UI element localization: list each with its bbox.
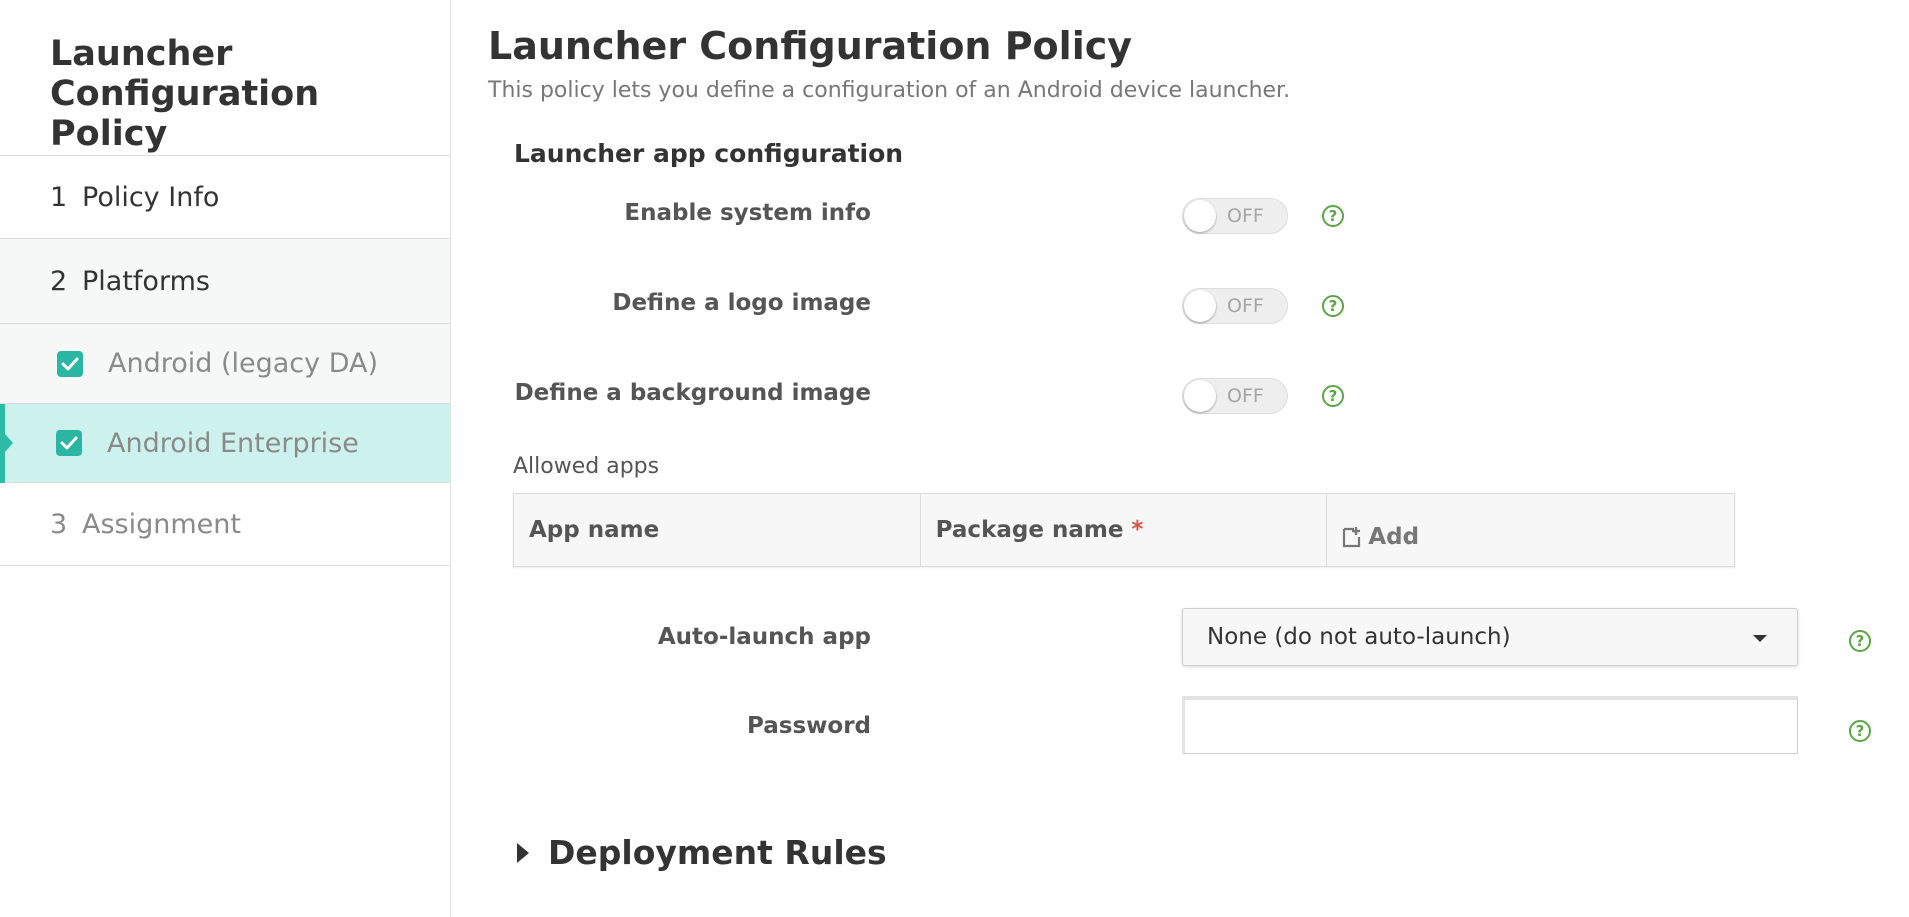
page-description: This policy lets you define a configurat…: [488, 78, 1291, 103]
required-marker: *: [1131, 517, 1144, 543]
password-label: Password: [747, 713, 871, 739]
toggle-knob: [1184, 200, 1216, 232]
sidebar-title: Launcher Configuration Policy: [50, 34, 320, 154]
define-background-image-label: Define a background image: [514, 380, 871, 406]
deployment-rules-label: Deployment Rules: [548, 833, 887, 872]
auto-launch-label: Auto-launch app: [657, 624, 871, 650]
help-icon[interactable]: ?: [1849, 630, 1871, 652]
sidebar-item-label: Policy Info: [82, 181, 220, 213]
help-icon[interactable]: ?: [1322, 295, 1344, 317]
sidebar-item-android-enterprise[interactable]: Android Enterprise: [0, 404, 450, 483]
caret-down-icon: [1753, 635, 1767, 642]
section-title: Launcher app configuration: [514, 139, 904, 168]
caret-right-icon: [517, 842, 529, 863]
define-logo-image-label: Define a logo image: [612, 290, 871, 316]
page: Launcher Configuration Policy 1 Policy I…: [0, 0, 1909, 917]
help-icon[interactable]: ?: [1849, 720, 1871, 742]
toggle-state: OFF: [1227, 295, 1264, 317]
sidebar: Launcher Configuration Policy 1 Policy I…: [0, 0, 451, 917]
checkbox-checked[interactable]: [56, 430, 82, 456]
checkmark-icon: [61, 357, 79, 370]
column-header-package-name: Package name *: [921, 494, 1328, 566]
add-app-button[interactable]: Add: [1327, 494, 1734, 566]
active-arrow-icon: [5, 434, 13, 452]
sidebar-item-assignment[interactable]: 3 Assignment: [0, 483, 450, 566]
sidebar-item-android-legacy[interactable]: Android (legacy DA): [0, 324, 450, 404]
toggle-state: OFF: [1227, 385, 1264, 407]
toggle-state: OFF: [1227, 205, 1264, 227]
deployment-rules-toggle[interactable]: Deployment Rules: [517, 833, 887, 872]
toggle-knob: [1184, 380, 1216, 412]
toggle-knob: [1184, 290, 1216, 322]
define-logo-image-toggle[interactable]: OFF: [1182, 288, 1288, 324]
sidebar-item-label: Assignment: [82, 508, 241, 540]
column-header-label: App name: [529, 517, 660, 543]
sidebar-item-label: Platforms: [82, 265, 210, 297]
auto-launch-selected-value: None (do not auto-launch): [1207, 624, 1511, 650]
step-number: 2: [50, 265, 68, 297]
auto-launch-select[interactable]: None (do not auto-launch): [1182, 608, 1798, 666]
add-label: Add: [1368, 524, 1420, 550]
checkbox-checked[interactable]: [57, 350, 83, 377]
enable-system-info-label: Enable system info: [624, 200, 871, 226]
define-background-image-toggle[interactable]: OFF: [1182, 378, 1288, 414]
help-icon[interactable]: ?: [1322, 385, 1344, 407]
help-icon[interactable]: ?: [1322, 205, 1344, 227]
sidebar-item-label: Android Enterprise: [107, 427, 359, 459]
checkmark-icon: [60, 436, 78, 450]
column-header-label: Package name: [935, 517, 1124, 543]
step-number: 1: [50, 181, 68, 213]
page-title: Launcher Configuration Policy: [488, 24, 1133, 68]
sidebar-item-label: Android (legacy DA): [108, 348, 379, 379]
sidebar-item-platforms[interactable]: 2 Platforms: [0, 239, 450, 324]
enable-system-info-toggle[interactable]: OFF: [1182, 198, 1288, 234]
allowed-apps-table: App name Package name * Add: [513, 493, 1735, 567]
password-input[interactable]: [1182, 696, 1798, 754]
sidebar-item-policy-info[interactable]: 1 Policy Info: [0, 156, 450, 239]
allowed-apps-label: Allowed apps: [513, 454, 660, 479]
add-document-icon: [1343, 527, 1361, 548]
column-header-app-name: App name: [514, 494, 921, 566]
step-number: 3: [50, 508, 68, 540]
